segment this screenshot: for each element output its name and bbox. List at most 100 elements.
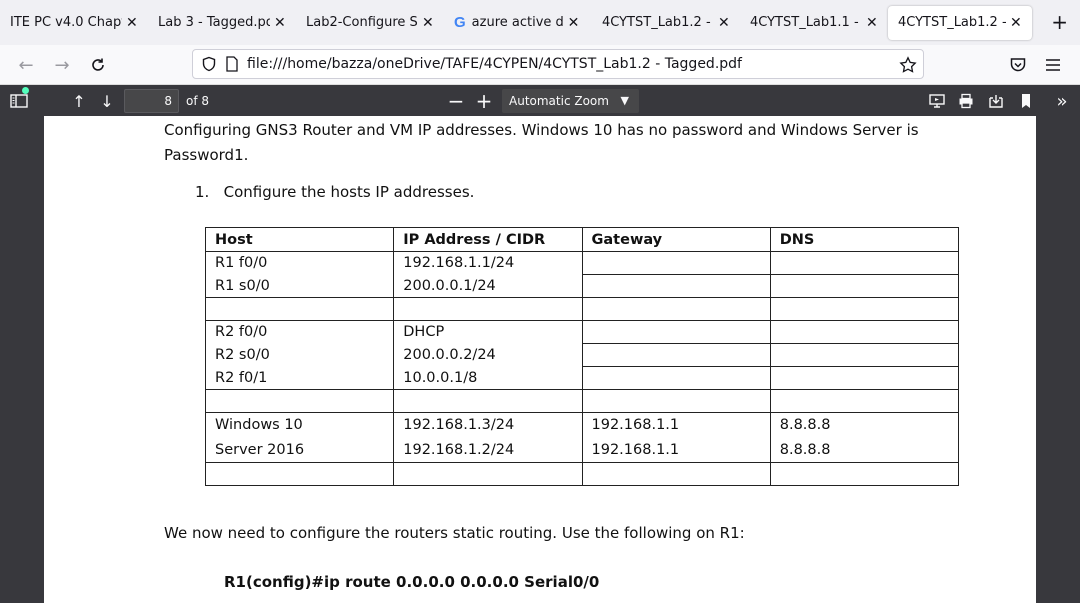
close-icon[interactable]: ✕ (866, 15, 878, 31)
reload-icon (92, 58, 104, 71)
reload-button[interactable] (86, 53, 110, 77)
table-cell: DHCP (393, 320, 583, 344)
bookmark-button[interactable] (1016, 90, 1036, 112)
tab-lab1-2-active[interactable]: 4CYTST_Lab1.2 - T ✕ (888, 5, 1032, 40)
table-cell: R2 f0/1 (204, 366, 395, 390)
table-cell: 192.168.1.1 (581, 412, 771, 438)
table-cell: 10.0.0.1/8 (393, 366, 583, 390)
tab-azure[interactable]: G azure active di ✕ (444, 0, 592, 45)
tab-lab1-2-a[interactable]: 4CYTST_Lab1.2 - T ✕ (592, 0, 740, 45)
table-row (204, 389, 960, 413)
zoom-in-button[interactable]: + (474, 89, 494, 113)
close-icon[interactable]: ✕ (274, 15, 286, 31)
table-cell: 192.168.1.2/24 (393, 437, 583, 463)
chevron-down-icon: ▼ (620, 94, 629, 107)
back-button[interactable]: ← (14, 53, 38, 77)
tab-title: Lab 3 - Tagged.pdf (158, 15, 270, 30)
table-cell (581, 320, 771, 344)
close-icon[interactable]: ✕ (718, 15, 730, 31)
route-command: R1(config)#ip route 0.0.0.0 0.0.0.0 Seri… (224, 573, 600, 591)
table-row: Windows 10 192.168.1.3/24 192.168.1.1 8.… (204, 412, 960, 438)
table-row (204, 462, 960, 486)
table-row: R2 f0/1 10.0.0.1/8 (204, 366, 960, 390)
pdf-toolbar: ↑ ↓ 8 of 8 − + Automatic Zoom ▼ » (0, 86, 1080, 116)
tab-lab2[interactable]: Lab2-Configure Se ✕ (296, 0, 444, 45)
intro-text-line1: Configuring GNS3 Router and VM IP addres… (164, 121, 919, 139)
table-cell (581, 462, 771, 486)
zoom-value: Automatic Zoom (509, 94, 609, 108)
table-cell (204, 462, 395, 486)
print-icon (959, 93, 973, 109)
intro-text-line2: Password1. (164, 146, 249, 164)
table-cell (393, 297, 583, 321)
presentation-mode-button[interactable] (927, 90, 947, 112)
tab-title: 4CYTST_Lab1.1 - T (750, 15, 862, 30)
table-header: IP Address / CIDR (393, 227, 583, 252)
table-cell: 200.0.0.1/24 (393, 274, 583, 298)
menu-icon[interactable] (1045, 57, 1061, 73)
bookmark-icon (1022, 94, 1030, 108)
table-cell: Server 2016 (204, 437, 395, 463)
next-page-button[interactable]: ↓ (96, 90, 118, 112)
table-cell (204, 297, 395, 321)
table-cell (769, 389, 960, 413)
table-cell: R1 f0/0 (204, 251, 395, 275)
table-cell: 8.8.8.8 (769, 437, 960, 463)
table-cell (581, 274, 771, 298)
new-tab-button[interactable]: + (1051, 10, 1068, 34)
table-cell (769, 297, 960, 321)
hosts-ip-table: Host IP Address / CIDR Gateway DNS R1 f0… (204, 227, 960, 486)
table-header-row: Host IP Address / CIDR Gateway DNS (204, 227, 960, 252)
zoom-select[interactable]: Automatic Zoom ▼ (502, 89, 639, 113)
table-cell (769, 274, 960, 298)
url-text: file:///home/bazza/oneDrive/TAFE/4CYPEN/… (247, 56, 742, 72)
tab-title: ITE PC v4.0 Chapte (10, 15, 122, 30)
table-cell (581, 297, 771, 321)
tab-ite-pc[interactable]: ITE PC v4.0 Chapte ✕ (0, 0, 148, 45)
table-body: R1 f0/0 192.168.1.1/24 R1 s0/0 200.0.0.1… (204, 251, 960, 486)
table-cell: Windows 10 (204, 412, 395, 438)
tab-lab3[interactable]: Lab 3 - Tagged.pdf ✕ (148, 0, 296, 45)
page-count-label: of 8 (186, 94, 210, 108)
close-icon[interactable]: ✕ (126, 15, 138, 31)
table-row: R2 s0/0 200.0.0.2/24 (204, 343, 960, 367)
print-button[interactable] (956, 90, 976, 112)
url-bar[interactable]: file:///home/bazza/oneDrive/TAFE/4CYPEN/… (192, 49, 924, 79)
tab-strip: ITE PC v4.0 Chapte ✕ Lab 3 - Tagged.pdf … (0, 0, 1080, 45)
table-cell (769, 343, 960, 367)
previous-page-button[interactable]: ↑ (68, 90, 90, 112)
presentation-icon (929, 94, 945, 108)
sidebar-toggle-button[interactable] (8, 87, 30, 112)
close-icon[interactable]: ✕ (1010, 15, 1022, 31)
pocket-icon[interactable] (1009, 56, 1027, 74)
table-cell (769, 320, 960, 344)
download-icon (989, 95, 1003, 108)
table-cell: 200.0.0.2/24 (393, 343, 583, 367)
save-button[interactable] (986, 90, 1006, 112)
table-cell (581, 251, 771, 275)
table-cell (581, 366, 771, 390)
table-cell: R2 s0/0 (204, 343, 395, 367)
pdf-page: Configuring GNS3 Router and VM IP addres… (44, 116, 1036, 603)
sidebar-icon (10, 94, 28, 108)
tools-menu-button[interactable]: » (1050, 90, 1074, 112)
zoom-out-button[interactable]: − (446, 89, 466, 113)
table-row: R1 f0/0 192.168.1.1/24 (204, 251, 960, 275)
page-number-input[interactable]: 8 (124, 89, 179, 113)
tab-lab1-1[interactable]: 4CYTST_Lab1.1 - T ✕ (740, 0, 888, 45)
table-cell (769, 462, 960, 486)
close-icon[interactable]: ✕ (568, 15, 580, 31)
forward-button[interactable]: → (50, 53, 74, 77)
notification-dot (22, 87, 29, 94)
routing-instruction: We now need to configure the routers sta… (164, 524, 745, 542)
step-1-heading: 1. Configure the hosts IP addresses. (195, 183, 475, 201)
bookmark-star-icon[interactable] (899, 56, 917, 74)
table-cell (204, 389, 395, 413)
pdf-viewer[interactable]: Configuring GNS3 Router and VM IP addres… (0, 116, 1080, 603)
table-cell (393, 462, 583, 486)
tab-title: 4CYTST_Lab1.2 - T (898, 15, 1006, 30)
close-icon[interactable]: ✕ (422, 15, 434, 31)
table-cell (581, 343, 771, 367)
table-cell: R2 f0/0 (204, 320, 395, 344)
table-cell (769, 366, 960, 390)
